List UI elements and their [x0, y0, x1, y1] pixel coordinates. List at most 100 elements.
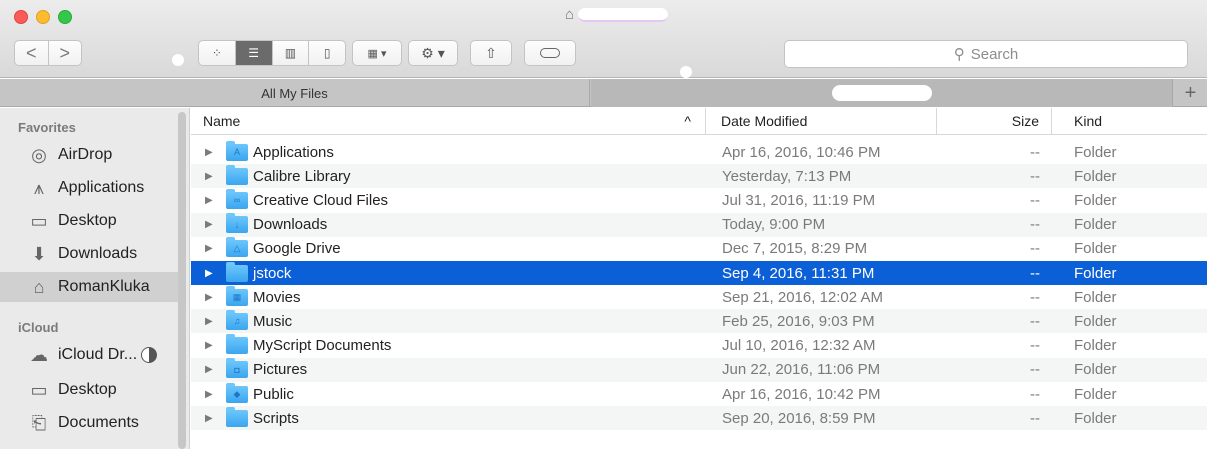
search-input[interactable]: ⚲ Search: [784, 40, 1188, 68]
disclosure-triangle-icon[interactable]: ▶: [205, 243, 213, 254]
zoom-window-button[interactable]: [58, 10, 72, 24]
file-kind: Folder: [1074, 216, 1117, 234]
file-row[interactable]: ▶ jstock Sep 4, 2016, 11:31 PM -- Folder: [191, 261, 1207, 285]
column-header-date[interactable]: Date Modified: [706, 108, 937, 135]
sidebar-item-icloud-drive[interactable]: ☁ iCloud Dr...: [10, 340, 180, 370]
file-row[interactable]: ▶ Scripts Sep 20, 2016, 8:59 PM -- Folder: [191, 406, 1207, 431]
sidebar-item-label: Desktop: [58, 212, 117, 229]
search-placeholder: Search: [970, 45, 1019, 63]
file-row[interactable]: ▶ ∞ Creative Cloud Files Jul 31, 2016, 11:1…: [191, 188, 1207, 212]
file-list: Name ^ Date Modified Size Kind ▶ A Applica…: [191, 108, 1207, 449]
file-row[interactable]: ▶ A Applications Apr 16, 2016, 10:46 PM -- Fo…: [191, 140, 1207, 164]
disclosure-triangle-icon[interactable]: ▶: [205, 389, 213, 400]
file-kind: Folder: [1074, 288, 1117, 306]
disclosure-triangle-icon[interactable]: ▶: [205, 147, 213, 158]
file-date-modified: Apr 16, 2016, 10:42 PM: [722, 385, 881, 403]
file-size: --: [1030, 264, 1040, 282]
file-size: --: [1030, 337, 1040, 355]
file-date-modified: Jun 22, 2016, 11:06 PM: [722, 361, 881, 379]
file-kind: Folder: [1074, 385, 1117, 403]
sidebar-item-downloads[interactable]: ⬇ Downloads: [10, 239, 180, 269]
file-name: Scripts: [253, 409, 299, 427]
file-row[interactable]: ▶ ♫ Music Feb 25, 2016, 9:03 PM -- Folder: [191, 309, 1207, 334]
file-date-modified: Sep 4, 2016, 11:31 PM: [722, 264, 875, 282]
tags-button[interactable]: [524, 40, 576, 66]
icon-view-button[interactable]: ⁘: [199, 41, 236, 65]
decorative-dot: [612, 339, 624, 351]
disclosure-triangle-icon[interactable]: ▶: [205, 316, 213, 327]
tab-bar: All My Files +: [0, 79, 1207, 107]
sidebar-header-icloud: iCloud: [18, 320, 59, 335]
sidebar-item-label: Downloads: [58, 245, 138, 262]
file-row[interactable]: ▶ ↓ Downloads Today, 9:00 PM -- Folder: [191, 212, 1207, 237]
file-size: --: [1030, 167, 1040, 185]
file-row[interactable]: ▶ Calibre Library Yesterday, 7:13 PM -- Fold…: [191, 164, 1207, 189]
sidebar-item-icloud-desktop[interactable]: ▭ Desktop: [10, 375, 180, 405]
cover-flow-view-button[interactable]: ▯: [309, 41, 345, 65]
forward-button[interactable]: >: [49, 41, 82, 65]
file-row[interactable]: ▶ MyScript Documents Jul 10, 2016, 12:32 A…: [191, 334, 1207, 358]
sidebar-item-documents[interactable]: ⎗ Documents: [10, 408, 180, 438]
share-icon: ⇧: [485, 44, 497, 61]
home-icon: ⌂: [565, 6, 575, 23]
disclosure-triangle-icon[interactable]: ▶: [205, 195, 213, 206]
disclosure-triangle-icon[interactable]: ▶: [205, 219, 213, 230]
applications-icon: ⩚: [33, 177, 45, 198]
sidebar-header-favorites: Favorites: [18, 120, 76, 135]
sidebar-item-label: Applications: [58, 179, 145, 196]
action-gear-button[interactable]: ⚙ ▾: [408, 40, 458, 66]
disclosure-triangle-icon[interactable]: ▶: [205, 292, 213, 303]
disclosure-triangle-icon[interactable]: ▶: [205, 268, 213, 279]
tab-redacted[interactable]: [591, 79, 1173, 107]
file-date-modified: Today, 9:00 PM: [722, 216, 826, 234]
file-date-modified: Feb 25, 2016, 9:03 PM: [722, 312, 875, 330]
file-name: jstock: [253, 264, 292, 282]
column-view-button[interactable]: ▥: [273, 41, 310, 65]
disclosure-triangle-icon[interactable]: ▶: [205, 364, 213, 375]
file-date-modified: Sep 21, 2016, 12:02 AM: [722, 288, 883, 306]
disclosure-triangle-icon[interactable]: ▶: [205, 413, 213, 424]
file-date-modified: Yesterday, 7:13 PM: [722, 167, 852, 185]
sidebar-item-desktop[interactable]: ▭ Desktop: [10, 206, 180, 236]
list-view-button[interactable]: ☰: [235, 41, 273, 65]
folder-icon: [226, 164, 248, 185]
file-row[interactable]: ▶ ◘ Pictures Jun 22, 2016, 11:06 PM -- Folder: [191, 357, 1207, 382]
tab-all-my-files[interactable]: All My Files: [0, 79, 590, 107]
file-row[interactable]: ▶ ◆ Public Apr 16, 2016, 10:42 PM -- Folder: [191, 382, 1207, 406]
file-kind: Folder: [1074, 191, 1117, 209]
sidebar-item-applications[interactable]: ⩚ Applications: [10, 173, 180, 203]
storage-pie-icon: [141, 347, 158, 363]
file-kind: Folder: [1074, 264, 1117, 282]
file-kind: Folder: [1074, 337, 1117, 355]
folder-icon: [226, 261, 248, 282]
column-header-kind[interactable]: Kind: [1052, 108, 1207, 135]
file-row[interactable]: ▶ ▦ Movies Sep 21, 2016, 12:02 AM -- Folder: [191, 285, 1207, 309]
file-kind: Folder: [1074, 409, 1117, 427]
arrange-button[interactable]: ▦ ▾: [352, 40, 402, 66]
back-forward-buttons: < >: [14, 40, 82, 66]
file-name: Music: [253, 312, 293, 330]
share-button[interactable]: ⇧: [470, 40, 512, 66]
file-row[interactable]: ▶ △ Google Drive Dec 7, 2015, 8:29 PM -- Fold…: [191, 237, 1207, 261]
home-icon: ⌂: [33, 276, 45, 297]
column-header-label: Name: [203, 113, 241, 129]
disclosure-triangle-icon[interactable]: ▶: [205, 340, 213, 351]
new-tab-button[interactable]: +: [1174, 79, 1207, 107]
file-kind: Folder: [1074, 240, 1117, 258]
folder-icon: [226, 406, 248, 427]
file-name: Public: [253, 385, 294, 403]
folder-icon: ∞: [226, 188, 248, 209]
column-header-size[interactable]: Size: [937, 108, 1052, 135]
column-header-name[interactable]: Name ^: [191, 108, 706, 135]
desktop-icon: ▭: [30, 210, 48, 231]
file-kind: Folder: [1074, 143, 1117, 161]
disclosure-triangle-icon[interactable]: ▶: [205, 171, 213, 182]
back-button[interactable]: <: [15, 41, 49, 65]
close-window-button[interactable]: [14, 10, 28, 24]
sidebar-item-label: AirDrop: [58, 146, 113, 163]
minimize-window-button[interactable]: [36, 10, 50, 24]
sidebar-item-romankluka[interactable]: ⌂ RomanKluka: [0, 272, 178, 302]
folder-icon: ◆: [226, 382, 248, 403]
sidebar-item-airdrop[interactable]: ◎ AirDrop: [10, 140, 180, 170]
sidebar-scrollbar[interactable]: [178, 112, 186, 449]
